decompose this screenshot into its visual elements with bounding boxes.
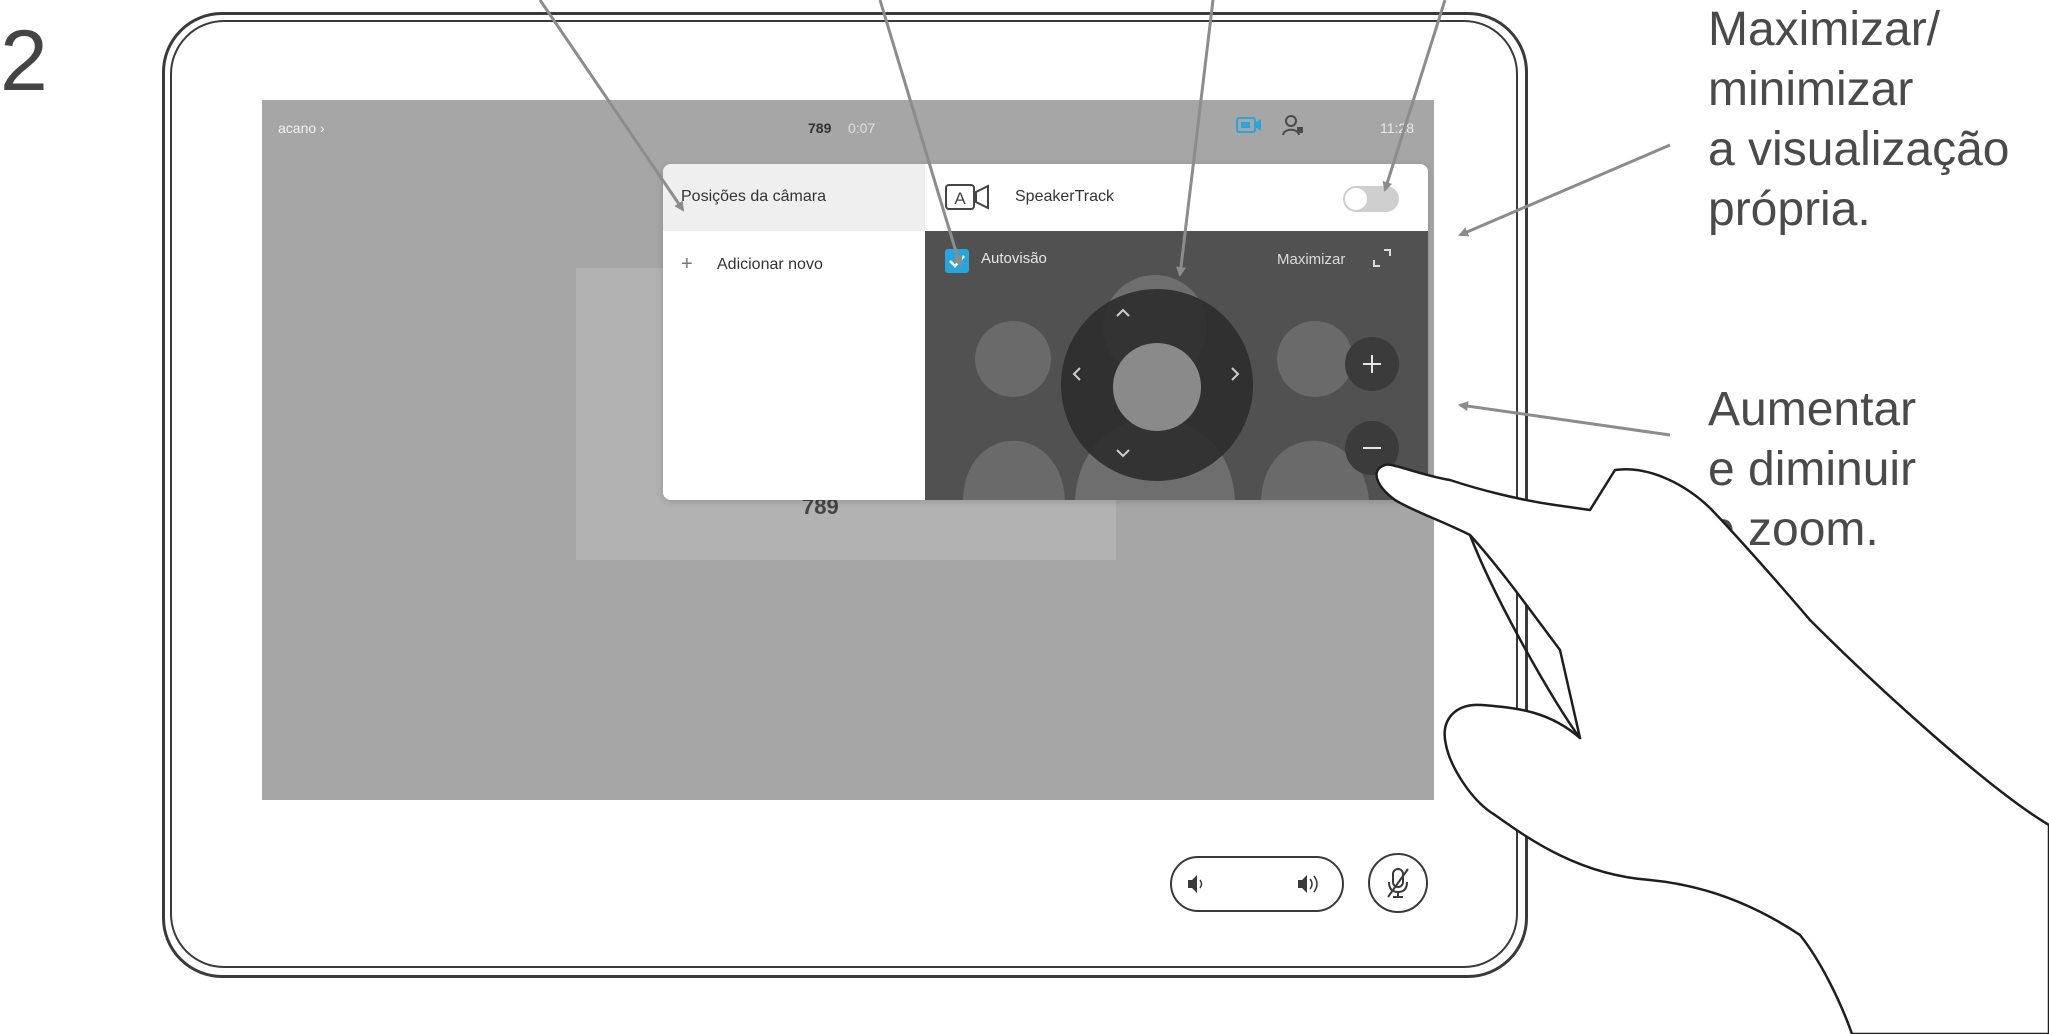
microphone-muted-icon <box>1387 868 1409 898</box>
add-icon[interactable]: + <box>681 254 693 274</box>
speakertrack-label: SpeakerTrack <box>1015 188 1114 205</box>
clock: 11:28 <box>1380 120 1414 136</box>
callout-maximize-minimize-selfview: Maximizar/ minimizar a visualização próp… <box>1708 3 2010 236</box>
selfview-preview: Autovisão Maximizar <box>925 231 1428 500</box>
speakertrack-toggle[interactable] <box>1343 186 1399 212</box>
autoview-label: Autovisão <box>981 250 1047 267</box>
chevron-right-icon[interactable] <box>1223 359 1247 389</box>
step-number: 2 <box>0 13 48 109</box>
speakertrack-icon: A <box>945 184 989 210</box>
volume-icons <box>1188 875 1318 893</box>
add-new-preset-button[interactable]: Adicionar novo <box>717 256 823 274</box>
callout-zoom: Aumentar e diminuir o zoom. <box>1708 383 1917 556</box>
minus-icon <box>1363 447 1381 449</box>
camera-presets-column: Posições da câmara + Adicionar novo <box>663 164 925 500</box>
camera-presets-header[interactable]: Posições da câmara <box>663 164 925 231</box>
call-number: 789 <box>808 120 832 136</box>
camera-control-panel: Posições da câmara + Adicionar novo A Sp… <box>663 164 1428 500</box>
toggle-knob <box>1345 188 1367 210</box>
call-site-label[interactable]: acano › <box>278 120 325 136</box>
autoview-checkbox[interactable] <box>945 249 969 273</box>
svg-text:A: A <box>954 189 966 208</box>
camera-pad-center <box>1113 343 1201 431</box>
maximize-button[interactable]: Maximizar <box>1277 251 1345 268</box>
check-icon <box>949 255 965 268</box>
camera-presets-title: Posições da câmara <box>681 188 826 205</box>
mute-microphone-button[interactable] <box>1368 853 1428 913</box>
speakertrack-header: A SpeakerTrack <box>925 164 1428 232</box>
volume-control[interactable] <box>1170 856 1344 912</box>
call-duration: 0:07 <box>848 120 876 136</box>
touch-screen: acano › 789 0:07 11:28 789 Posições da c… <box>262 100 1434 800</box>
chevron-left-icon[interactable] <box>1065 359 1089 389</box>
camera-status-icon[interactable] <box>1236 116 1262 134</box>
participants-icon[interactable] <box>1282 114 1304 136</box>
maximize-icon[interactable] <box>1371 247 1393 269</box>
zoom-out-button[interactable] <box>1345 421 1399 475</box>
zoom-in-button[interactable] <box>1345 337 1399 391</box>
plus-icon <box>1363 355 1381 373</box>
chevron-down-icon[interactable] <box>1108 441 1138 465</box>
chevron-up-icon[interactable] <box>1108 301 1138 325</box>
